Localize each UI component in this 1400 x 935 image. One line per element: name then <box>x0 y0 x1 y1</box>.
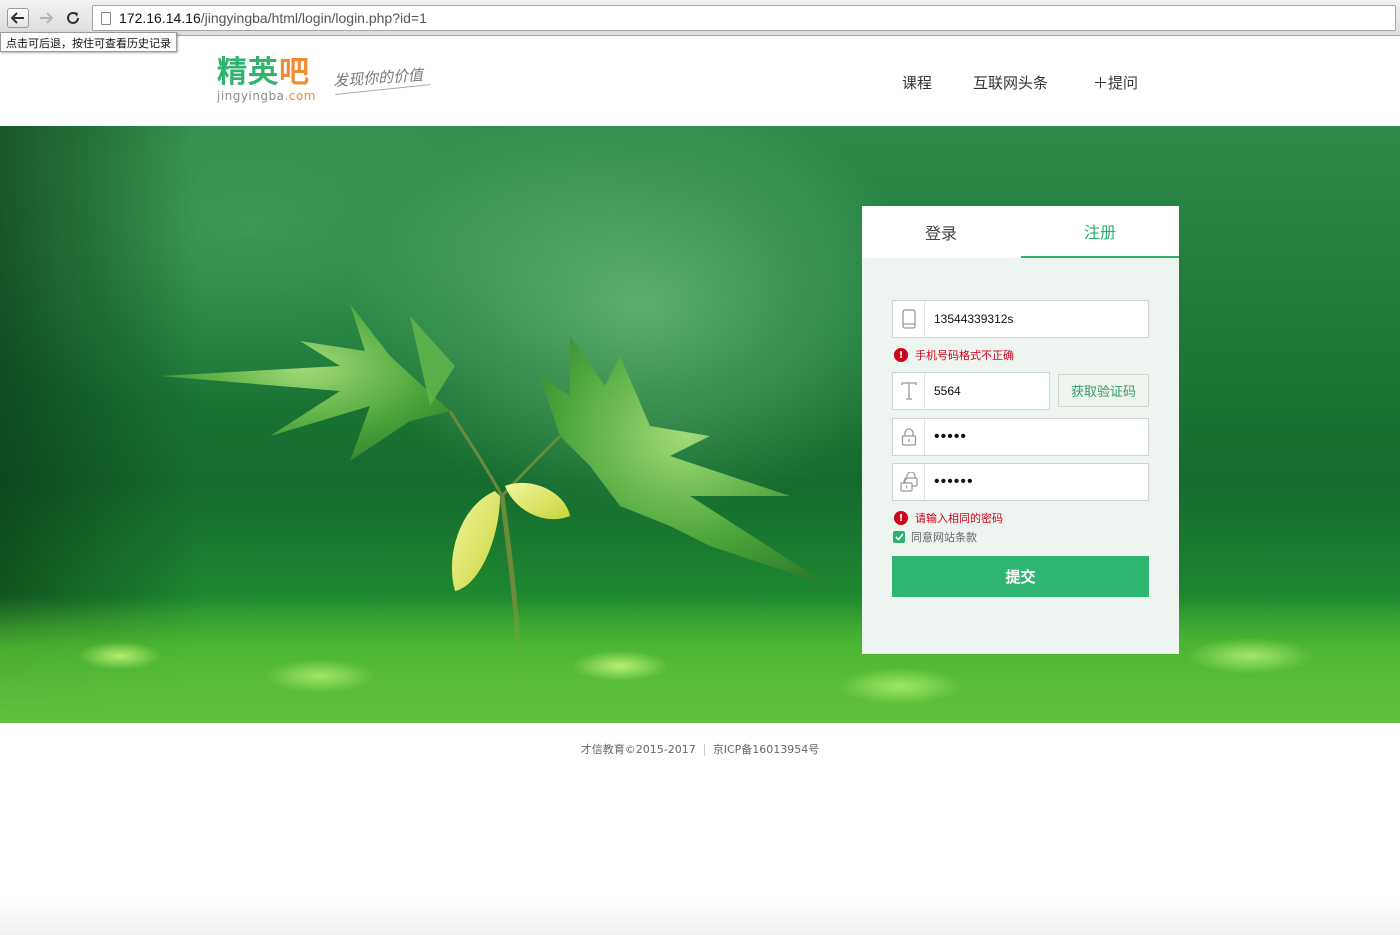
site-header: 精英吧 jingyingba.com 发现你的价值 课程 互联网头条 ＋提问 <box>0 37 1400 126</box>
footer: 才信教育©2015-2017 京ICP备16013954号 <box>0 741 1400 757</box>
error-icon: ! <box>894 511 908 525</box>
bottom-fade <box>0 900 1400 935</box>
browser-toolbar: 172.16.14.16/jingyingba/html/login/login… <box>0 0 1400 36</box>
tab-login[interactable]: 登录 <box>862 206 1020 258</box>
hero-banner <box>0 126 1400 723</box>
agree-terms[interactable]: 同意网站条款 <box>893 529 977 545</box>
nav-news[interactable]: 互联网头条 <box>973 72 1048 93</box>
lock-double-icon <box>893 464 925 500</box>
back-tooltip: 点击可后退，按住可查看历史记录 <box>0 32 177 52</box>
checkmark-icon <box>894 533 904 541</box>
auth-tabs: 登录 注册 <box>862 206 1179 258</box>
lock-icon <box>893 419 925 455</box>
password-input[interactable] <box>934 419 1144 455</box>
url-path: /jingyingba/html/login/login.php?id=1 <box>200 10 427 26</box>
forward-button[interactable] <box>35 8 57 28</box>
code-input[interactable] <box>934 373 1044 409</box>
footer-icp[interactable]: 京ICP备16013954号 <box>713 743 820 756</box>
footer-copyright: 才信教育©2015-2017 <box>580 743 696 756</box>
address-bar[interactable]: 172.16.14.16/jingyingba/html/login/login… <box>92 5 1396 31</box>
forward-arrow-icon <box>40 12 53 24</box>
logo-chinese: 精英吧 <box>217 55 310 90</box>
tab-register[interactable]: 注册 <box>1021 206 1179 258</box>
code-field[interactable] <box>892 372 1050 410</box>
phone-error: ! 手机号码格式不正确 <box>894 347 1014 363</box>
password-confirm-input[interactable] <box>934 464 1144 500</box>
nav-ask[interactable]: ＋提问 <box>1093 72 1138 93</box>
password-error: ! 请输入相同的密码 <box>894 510 1003 526</box>
footer-divider <box>703 744 705 756</box>
register-panel: 登录 注册 ! 手机号码格式不正确 获取验证码 ! 请输入相同的密码 <box>862 206 1179 654</box>
submit-button[interactable]: 提交 <box>892 556 1149 597</box>
error-icon: ! <box>894 348 908 362</box>
get-code-button[interactable]: 获取验证码 <box>1058 374 1149 407</box>
phone-error-text: 手机号码格式不正确 <box>915 349 1014 362</box>
url-host: 172.16.14.16 <box>119 10 201 26</box>
logo-english: jingyingba.com <box>217 89 316 103</box>
password-field[interactable] <box>892 418 1149 456</box>
reload-button[interactable] <box>62 8 84 28</box>
text-icon <box>893 373 925 409</box>
phone-field[interactable] <box>892 300 1149 338</box>
back-arrow-icon <box>11 12 24 24</box>
password-error-text: 请输入相同的密码 <box>915 512 1003 525</box>
phone-input[interactable] <box>934 301 1144 337</box>
nav-course[interactable]: 课程 <box>902 72 932 93</box>
hero-grass <box>0 596 1400 723</box>
page-icon <box>101 11 111 25</box>
back-button[interactable] <box>7 8 29 28</box>
agree-label: 同意网站条款 <box>911 531 977 544</box>
agree-checkbox[interactable] <box>893 531 905 543</box>
phone-icon <box>893 301 925 337</box>
password-confirm-field[interactable] <box>892 463 1149 501</box>
site-logo[interactable]: 精英吧 jingyingba.com <box>217 55 316 104</box>
reload-icon <box>67 11 79 24</box>
